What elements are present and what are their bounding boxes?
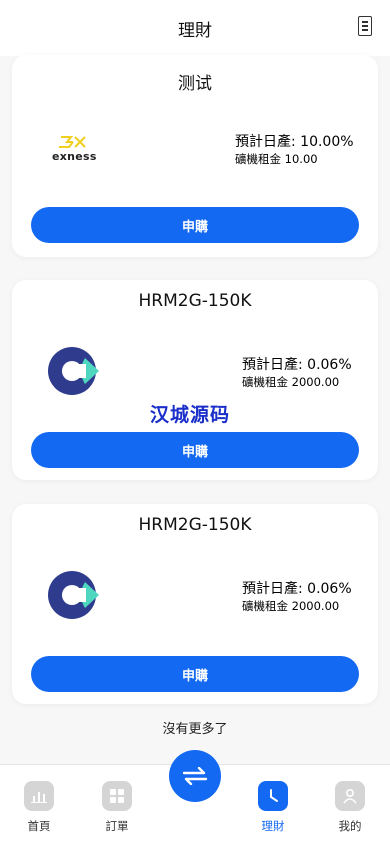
product-card: HRM2G-150K 預計日產: 0.06% 礦機租金 2000.00 申購 (12, 280, 378, 480)
product-title: HRM2G-150K (138, 515, 252, 535)
tab-orders[interactable]: 訂單 (87, 781, 147, 834)
yield-label: 預計日產: (235, 134, 296, 150)
bar-chart-icon (24, 781, 54, 811)
tab-mine[interactable]: 我的 (320, 781, 380, 834)
tab-home[interactable]: 首頁 (9, 781, 69, 834)
yield-value: 0.06% (307, 357, 352, 373)
tab-label: 理財 (261, 819, 285, 833)
product-card: HRM2G-150K 預計日產: 0.06% 礦機租金 2000.00 申購 (12, 504, 378, 704)
user-icon (335, 781, 365, 811)
yield-row: 預計日產: 10.00% (235, 133, 354, 151)
tab-finance[interactable]: 理財 (243, 781, 303, 834)
rent-value: 10.00 (284, 152, 318, 166)
logo-text: exness (52, 150, 97, 163)
exness-logo: exness (50, 135, 110, 165)
product-title: 测试 (178, 74, 212, 94)
subscribe-button[interactable]: 申購 (31, 656, 359, 692)
rent-row: 礦機租金 2000.00 (242, 598, 352, 614)
yield-row: 預計日產: 0.06% (242, 356, 352, 374)
tab-label: 首頁 (27, 819, 51, 833)
grid-icon (102, 781, 132, 811)
clock-icon (258, 781, 288, 811)
top-header: 理財 (0, 0, 390, 56)
yield-label: 預計日產: (242, 357, 303, 373)
product-card: 测试 exness 預計日產: 10.00% 礦機租金 10.00 申購 (12, 55, 378, 257)
rent-value: 2000.00 (291, 599, 340, 613)
subscribe-button[interactable]: 申購 (31, 207, 359, 243)
yield-value: 0.06% (307, 581, 352, 597)
rent-row: 礦機租金 10.00 (235, 151, 354, 167)
swap-arrows-icon (182, 767, 208, 785)
rent-value: 2000.00 (291, 375, 340, 389)
rent-row: 礦機租金 2000.00 (242, 374, 352, 390)
yield-label: 預計日產: (242, 581, 303, 597)
document-icon[interactable] (358, 16, 372, 36)
rent-label: 礦機租金 (235, 152, 281, 166)
c-mark-logo (47, 570, 99, 622)
tab-label: 我的 (338, 819, 362, 833)
c-mark-logo (47, 346, 99, 398)
watermark: 汉城源码 (150, 404, 231, 426)
subscribe-button[interactable]: 申購 (31, 432, 359, 468)
no-more-text: 沒有更多了 (162, 722, 228, 737)
tab-label: 訂單 (105, 819, 129, 833)
rent-label: 礦機租金 (242, 599, 288, 613)
page-title: 理財 (178, 20, 212, 41)
yield-row: 預計日產: 0.06% (242, 580, 352, 598)
exchange-button[interactable] (169, 750, 221, 802)
rent-label: 礦機租金 (242, 375, 288, 389)
yield-value: 10.00% (300, 134, 354, 150)
product-title: HRM2G-150K (138, 291, 252, 311)
